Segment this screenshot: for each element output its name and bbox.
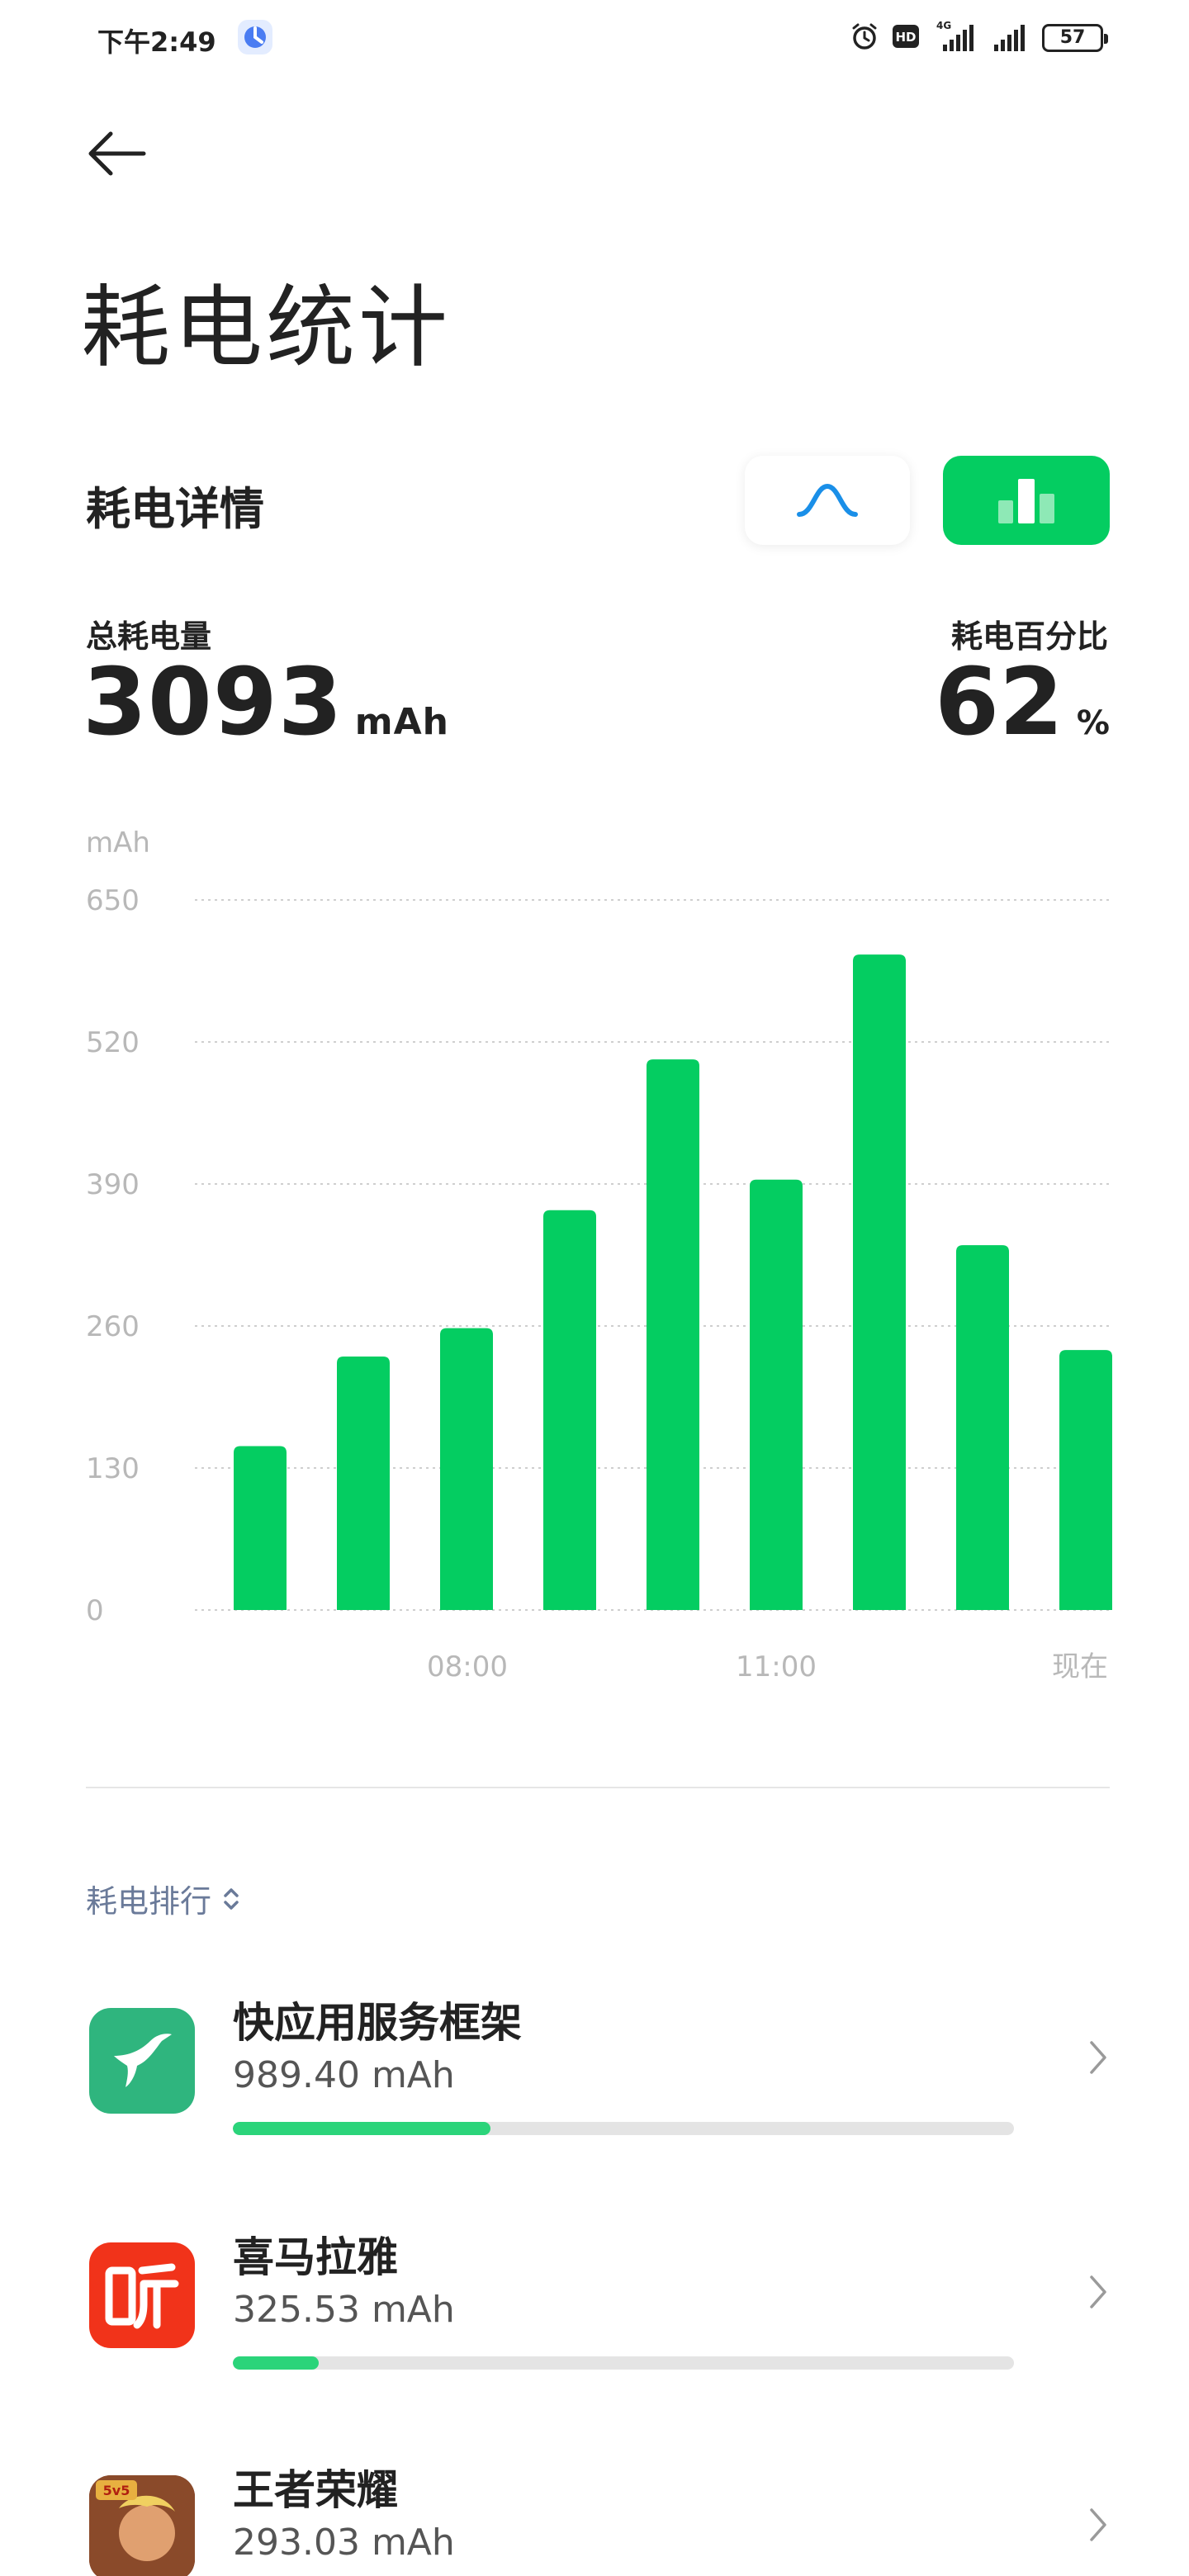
y-tick-label: 390 xyxy=(86,1168,140,1201)
status-bar: 下午2:49 HD 4G 57 xyxy=(0,0,1189,76)
usage-progress-track xyxy=(233,2122,1014,2135)
status-icons: HD 4G 57 xyxy=(849,20,1108,56)
chart-bar xyxy=(1059,1350,1112,1610)
chart-bar xyxy=(750,1179,803,1610)
chart-bar xyxy=(543,1210,596,1610)
chevron-right-icon xyxy=(1082,2033,1115,2082)
app-usage-item[interactable]: 喜马拉雅 325.53 mAh xyxy=(0,2224,1189,2431)
app-name: 王者荣耀 xyxy=(233,2466,398,2514)
total-usage-number: 3093 xyxy=(83,649,343,756)
chart-bar xyxy=(337,1357,390,1610)
game-hero-icon: 5v5 xyxy=(89,2475,195,2576)
y-axis-unit-label: mAh xyxy=(86,826,150,859)
section-title: 耗电详情 xyxy=(86,483,264,535)
usage-progress-fill xyxy=(233,2356,320,2370)
svg-text:5v5: 5v5 xyxy=(103,2483,130,2498)
back-arrow-icon xyxy=(88,131,146,176)
usage-bar-chart: mAh 650 520 390 260 130 0 08:00 11:00 现在 xyxy=(0,809,1189,1684)
signal-icon xyxy=(991,20,1030,56)
y-tick-label: 260 xyxy=(86,1310,140,1343)
x-tick-label: 11:00 xyxy=(736,1650,817,1683)
chevron-right-icon xyxy=(1082,2267,1115,2317)
app-name: 喜马拉雅 xyxy=(233,2233,398,2281)
total-usage-value: 3093 mAh xyxy=(83,649,449,776)
chart-bar xyxy=(647,1059,699,1610)
app-name: 快应用服务框架 xyxy=(233,1999,522,2047)
y-tick-label: 0 xyxy=(86,1594,104,1627)
signal-icon: 4G xyxy=(931,20,979,56)
back-button[interactable] xyxy=(83,124,149,182)
rank-sort-label: 耗电排行 xyxy=(86,1883,212,1920)
usage-percent-value: 62% xyxy=(935,649,1110,777)
chart-bar xyxy=(440,1328,493,1610)
assistant-app-icon xyxy=(238,20,272,54)
app-usage-value: 989.40 mAh xyxy=(233,2054,455,2096)
usage-percent-unit: % xyxy=(1076,704,1110,742)
usage-bar-chart-svg: mAh 650 520 390 260 130 0 08:00 11:00 现在 xyxy=(86,826,1112,1683)
chart-bar xyxy=(956,1245,1009,1610)
hd-icon: HD xyxy=(892,24,920,52)
y-tick-label: 520 xyxy=(86,1026,140,1059)
usage-progress-fill xyxy=(233,2122,491,2135)
hd-label: HD xyxy=(895,30,916,45)
sort-arrows-icon xyxy=(224,1887,239,1910)
listen-logo-icon xyxy=(89,2242,195,2348)
x-tick-label: 08:00 xyxy=(427,1650,508,1683)
battery-icon: 57 xyxy=(1042,24,1108,52)
chart-bar xyxy=(234,1446,287,1610)
battery-usage-screen: 下午2:49 HD 4G 57 耗电统计 耗电详情 总耗电量 3093 mAh … xyxy=(0,0,1189,2576)
section-divider xyxy=(86,1787,1110,1788)
y-tick-label: 130 xyxy=(86,1452,140,1485)
app-usage-value: 325.53 mAh xyxy=(233,2289,455,2331)
alarm-icon xyxy=(849,21,880,55)
y-tick-label: 650 xyxy=(86,884,140,917)
app-usage-item[interactable]: 快应用服务框架 989.40 mAh xyxy=(0,1990,1189,2196)
app-usage-value: 293.03 mAh xyxy=(233,2522,455,2564)
rank-sort-toggle[interactable]: 耗电排行 xyxy=(86,1876,241,1921)
total-usage-unit: mAh xyxy=(354,701,449,743)
status-time: 下午2:49 xyxy=(97,26,216,58)
wave-curve-icon xyxy=(797,483,858,517)
hummingbird-icon xyxy=(89,2008,195,2114)
curve-view-button[interactable] xyxy=(745,456,910,545)
app-usage-item[interactable]: 5v5 王者荣耀 293.03 mAh xyxy=(0,2457,1189,2576)
usage-percent-number: 62 xyxy=(935,649,1063,756)
chevron-right-icon xyxy=(1082,2500,1115,2550)
bar-view-button[interactable] xyxy=(943,456,1110,545)
usage-progress-track xyxy=(233,2356,1014,2370)
chart-bar xyxy=(853,954,906,1610)
bar-chart-icon xyxy=(998,479,1054,523)
page-title: 耗电统计 xyxy=(81,277,452,380)
x-tick-label: 现在 xyxy=(1052,1650,1108,1683)
network-type: 4G xyxy=(936,20,951,31)
